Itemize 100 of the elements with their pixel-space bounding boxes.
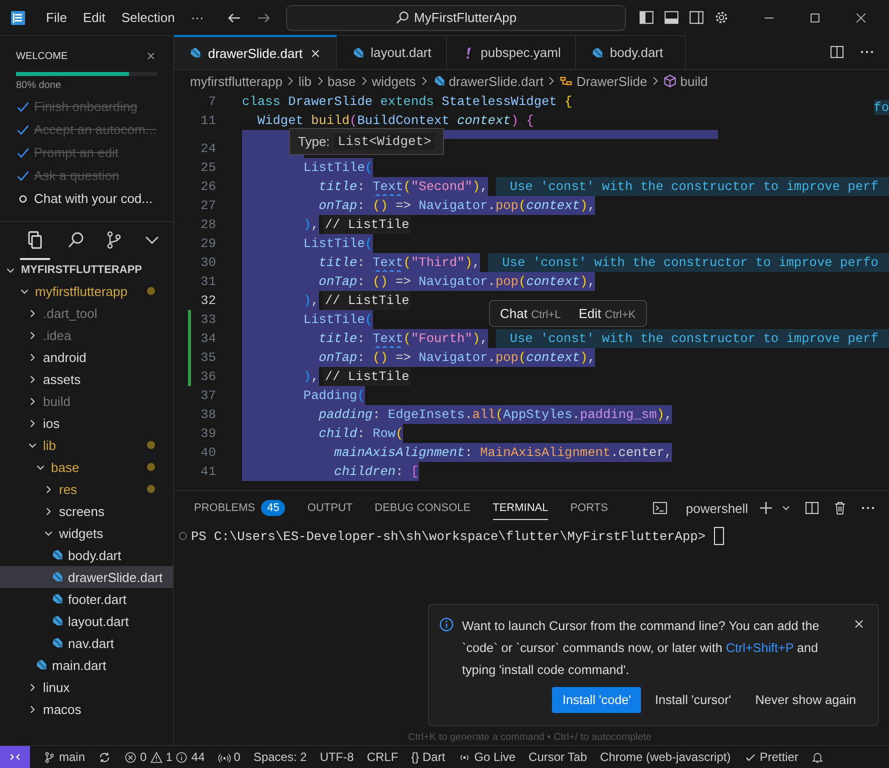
menu-item[interactable]: Edit xyxy=(74,10,114,25)
branch-status[interactable]: main xyxy=(43,750,86,764)
line-number: 24 xyxy=(200,140,216,158)
dart-file-icon xyxy=(590,46,604,60)
line-number: 31 xyxy=(200,273,216,291)
terminal-prompt: PS C:\Users\ES-Developer-sh\sh\workspace\flutter\MyFirstFlutterApp> xyxy=(191,528,706,544)
panel-toggle-icon[interactable] xyxy=(662,9,680,26)
tree-item[interactable]: assets xyxy=(0,368,173,390)
tree-item[interactable]: base xyxy=(0,456,173,478)
tree-item[interactable]: footer.dart xyxy=(0,588,173,610)
class-icon xyxy=(559,74,574,88)
tree-item[interactable]: nav.dart xyxy=(0,632,173,654)
tree-item[interactable]: .idea xyxy=(0,324,173,346)
line-number: 30 xyxy=(200,254,216,272)
breadcrumb[interactable]: build xyxy=(663,74,708,88)
panel-tab[interactable]: PORTS xyxy=(570,496,608,520)
dart-file-icon xyxy=(188,46,202,60)
tree-item[interactable]: linux xyxy=(0,676,173,698)
code-line: class DrawerSlide extends StatelessWidget { xyxy=(242,93,572,111)
line-number: 37 xyxy=(200,387,216,405)
breadcrumb[interactable]: widgets xyxy=(372,74,416,88)
dart-file-icon xyxy=(34,658,48,672)
sync-icon[interactable] xyxy=(98,750,112,764)
status-item[interactable]: Chrome (web-javascript) xyxy=(600,750,731,764)
terminal-hint: Ctrl+K to generate a command • Ctrl+/ to autocomplete xyxy=(408,732,652,743)
line-number: 41 xyxy=(200,463,216,481)
status-item[interactable]: CRLF xyxy=(366,750,398,764)
ports-status[interactable]: 0 xyxy=(218,750,240,764)
dart-file-icon xyxy=(50,548,64,562)
line-number: 28 xyxy=(200,216,216,234)
notification-button[interactable]: Install 'code' xyxy=(552,687,641,713)
tree-item[interactable]: .dart_tool xyxy=(0,302,173,324)
menu-item[interactable]: Selection xyxy=(113,10,183,25)
terminal-selector[interactable]: powershell xyxy=(652,500,748,516)
lint-message: Use 'const' with the constructor to improve perfo xyxy=(488,253,889,272)
terminal-icon xyxy=(652,500,668,516)
branch-icon xyxy=(43,750,56,764)
search-field[interactable]: MyFirstFlutterApp xyxy=(286,4,626,30)
tree-item[interactable]: layout.dart xyxy=(0,610,173,632)
status-item[interactable]: Spaces: 2 xyxy=(253,750,307,764)
lint-message: Use 'const' with the constructor to improve perf xyxy=(496,329,889,348)
breadcrumb[interactable]: DrawerSlide xyxy=(559,74,648,88)
editor-tab[interactable]: body.dart xyxy=(576,35,686,69)
breadcrumb[interactable]: lib xyxy=(298,74,312,88)
code-line: Widget build(BuildContext context) { xyxy=(256,112,534,130)
menu-item[interactable]: File xyxy=(38,10,75,25)
plus-icon[interactable] xyxy=(758,500,774,516)
menu-item[interactable]: ··· xyxy=(182,10,212,25)
breadcrumb[interactable]: myfirstflutterapp xyxy=(190,74,282,88)
bell-icon[interactable] xyxy=(811,750,824,764)
panel-tab[interactable]: PROBLEMS 45 xyxy=(194,496,286,520)
close-icon[interactable] xyxy=(145,50,157,62)
tree-item[interactable]: main.dart xyxy=(0,654,173,676)
problems-status[interactable]: 0 1 44 xyxy=(124,750,205,764)
remote-button[interactable] xyxy=(0,746,30,768)
dart-file-icon xyxy=(350,46,365,60)
panel-tab[interactable]: TERMINAL xyxy=(492,496,548,520)
editor-tab[interactable]: layout.dart xyxy=(336,35,447,69)
line-number: 40 xyxy=(200,444,216,462)
editor-tab[interactable]: drawerSlide.dart xyxy=(174,35,337,69)
status-dot xyxy=(179,532,187,540)
go-live-button[interactable]: Go Live xyxy=(458,750,516,764)
split-terminal-icon[interactable] xyxy=(804,500,820,516)
split-editor-icon[interactable] xyxy=(829,44,845,60)
notification-button[interactable]: Install 'cursor' xyxy=(644,687,742,713)
info-icon xyxy=(439,617,454,632)
notification-button[interactable]: Never show again xyxy=(745,687,866,713)
tree-item[interactable]: ios xyxy=(0,412,173,434)
prettier-status[interactable]: Prettier xyxy=(744,750,798,764)
tree-item[interactable]: drawerSlide.dart xyxy=(0,566,173,588)
panel-tab[interactable]: OUTPUT xyxy=(307,496,353,520)
app-logo-icon xyxy=(10,10,26,26)
tree-item[interactable]: myfirstflutterapp xyxy=(0,280,173,302)
files-icon[interactable] xyxy=(20,230,50,260)
inline-action[interactable]: Chat Ctrl+L xyxy=(500,306,561,321)
status-item[interactable]: UTF-8 xyxy=(320,750,354,764)
shortcut-link[interactable]: Ctrl+Shift+P xyxy=(726,641,794,655)
breadcrumb[interactable]: base xyxy=(328,74,356,88)
explorer-root[interactable]: MYFIRSTFLUTTERAPP xyxy=(0,260,173,280)
onboarding-step[interactable]: Chat with your cod... xyxy=(34,191,152,206)
tree-item[interactable]: macos xyxy=(0,698,173,720)
secondary-sidebar-icon[interactable] xyxy=(688,9,705,26)
tree-item[interactable]: lib xyxy=(0,434,173,456)
tree-item[interactable]: widgets xyxy=(0,522,173,544)
maximize-icon[interactable] xyxy=(808,10,822,24)
tree-item[interactable]: body.dart xyxy=(0,544,173,566)
close-icon[interactable] xyxy=(854,10,868,24)
sidebar-toggle-icon[interactable] xyxy=(638,9,655,26)
tree-item[interactable]: build xyxy=(0,390,173,412)
status-item[interactable]: Cursor Tab xyxy=(528,750,588,764)
inlay-hint: // ListTile xyxy=(322,291,412,310)
tree-item[interactable]: android xyxy=(0,346,173,368)
panel-tab[interactable]: DEBUG CONSOLE xyxy=(374,496,471,520)
status-item[interactable]: {} Dart xyxy=(411,750,446,764)
dart-file-icon xyxy=(50,592,64,606)
breadcrumb[interactable]: drawerSlide.dart xyxy=(432,74,544,88)
inline-action[interactable]: Edit Ctrl+K xyxy=(578,306,636,321)
editor-tab[interactable]: pubspec.yaml xyxy=(446,35,576,69)
tree-item[interactable]: res xyxy=(0,478,173,500)
tree-item[interactable]: screens xyxy=(0,500,173,522)
